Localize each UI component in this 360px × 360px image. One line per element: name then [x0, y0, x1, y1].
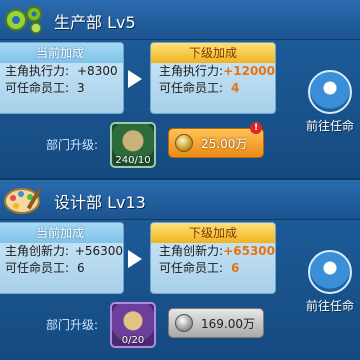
bonus-row: 可任命员工: 4 — [151, 80, 275, 97]
current-bonus-panel: 当前加成 主角创新力: +56300 可任命员工: 6 — [0, 222, 124, 294]
bonus-row: 主角执行力: +8300 — [0, 63, 123, 80]
bonus-value: 6 — [231, 261, 240, 275]
next-bonus-panel: 下级加成 主角执行力: +12000 可任命员工: 4 — [150, 42, 276, 114]
current-bonus-heading: 当前加成 — [0, 43, 123, 63]
upgrade-item-slot[interactable]: 0/20 — [110, 302, 156, 348]
department-header: 生产部 Lv5 — [0, 0, 360, 40]
upgrade-cost-button[interactable]: 169.00万 — [168, 308, 264, 338]
upgrade-label: 部门升级: — [46, 138, 99, 152]
upgrade-cost-button[interactable]: 25.00万 — [168, 128, 264, 158]
bonus-value: +56300 — [74, 244, 123, 258]
goto-appoint-button[interactable]: 前往任命 — [300, 70, 360, 140]
bonus-value: 3 — [77, 81, 85, 95]
bonus-label: 主角执行力: — [159, 64, 224, 78]
next-bonus-panel: 下级加成 主角创新力: +65300 可任命员工: 6 — [150, 222, 276, 294]
current-bonus-panel: 当前加成 主角执行力: +8300 可任命员工: 3 — [0, 42, 124, 114]
bonus-row: 可任命员工: 6 — [0, 260, 123, 277]
bonus-label: 可任命员工: — [159, 261, 224, 275]
goto-appoint-button[interactable]: 前往任命 — [300, 250, 360, 320]
arrow-right-icon — [128, 250, 142, 268]
goto-appoint-label: 前往任命 — [305, 119, 354, 133]
department-card-production: 生产部 Lv5 当前加成 主角执行力: +8300 可任命员工: 3 下级加成 … — [0, 0, 360, 182]
bonus-row: 主角创新力: +56300 — [0, 243, 123, 260]
gears-icon — [5, 6, 42, 34]
bonus-value: +65300 — [223, 244, 275, 258]
current-bonus-heading: 当前加成 — [0, 223, 123, 243]
bonus-value: +8300 — [77, 64, 118, 78]
arrow-right-icon — [128, 70, 142, 88]
alert-badge: ! — [250, 122, 262, 134]
department-card-design: 设计部 Lv13 当前加成 主角创新力: +56300 可任命员工: 6 下级加… — [0, 180, 360, 360]
department-header: 设计部 Lv13 — [0, 180, 360, 220]
bonus-label: 主角执行力: — [5, 64, 70, 78]
bonus-label: 可任命员工: — [5, 81, 70, 95]
item-count: 240/10 — [115, 155, 151, 166]
upgrade-item-slot[interactable]: 240/10 — [110, 122, 156, 168]
bonus-value: 4 — [231, 81, 240, 95]
bonus-label: 主角创新力: — [5, 244, 70, 258]
bonus-label: 主角创新力: — [159, 244, 224, 258]
item-count: 0/20 — [121, 335, 145, 346]
coin-icon — [175, 134, 193, 152]
bonus-row: 可任命员工: 6 — [151, 260, 275, 277]
coin-icon — [175, 314, 193, 332]
department-title: 设计部 Lv13 — [54, 193, 146, 212]
bonus-row: 主角执行力: +12000 — [151, 63, 275, 80]
palette-icon — [4, 188, 42, 214]
bonus-label: 可任命员工: — [159, 81, 224, 95]
cost-text: 169.00万 — [201, 316, 255, 331]
goto-appoint-label: 前往任命 — [305, 299, 354, 313]
upgrade-label: 部门升级: — [46, 318, 99, 332]
bonus-value: 6 — [77, 261, 85, 275]
department-title: 生产部 Lv5 — [54, 13, 136, 32]
next-bonus-heading: 下级加成 — [151, 43, 275, 63]
person-icon — [308, 70, 352, 114]
cost-text: 25.00万 — [201, 136, 248, 151]
bonus-row: 可任命员工: 3 — [0, 80, 123, 97]
bonus-value: +12000 — [223, 64, 275, 78]
person-icon — [308, 250, 352, 294]
next-bonus-heading: 下级加成 — [151, 223, 275, 243]
bonus-label: 可任命员工: — [5, 261, 70, 275]
bonus-row: 主角创新力: +65300 — [151, 243, 275, 260]
